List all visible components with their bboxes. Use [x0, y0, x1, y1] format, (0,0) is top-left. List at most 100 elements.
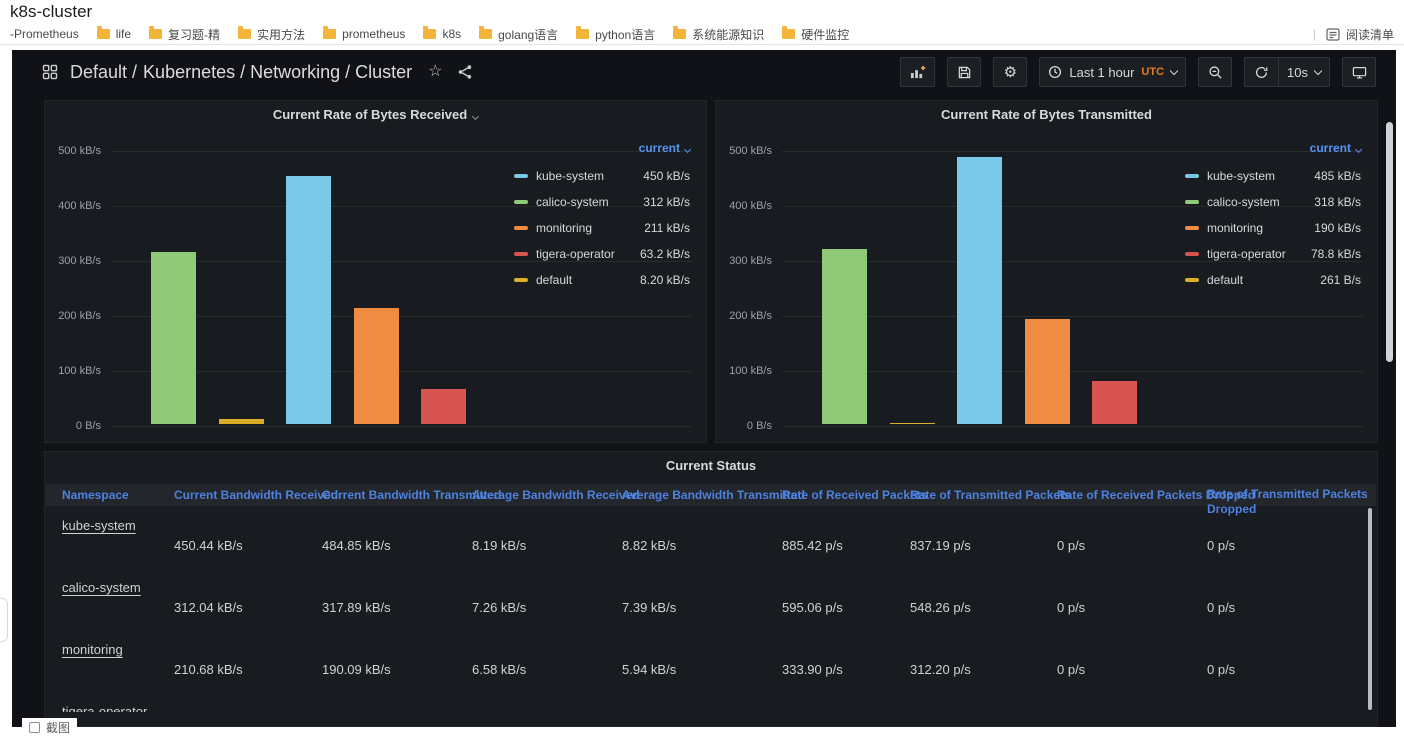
legend-series-name[interactable]: monitoring: [1207, 221, 1263, 235]
tv-mode-button[interactable]: [1342, 57, 1376, 87]
clock-icon: [1048, 65, 1062, 79]
column-header[interactable]: Namespace: [62, 488, 129, 502]
legend-item: default8.20 kB/s: [514, 267, 690, 293]
bar-default: [890, 423, 935, 424]
legend-item: kube-system 485 kB/s: [1185, 163, 1361, 189]
legend-swatch: [1185, 278, 1199, 282]
dashboard-scrollbar[interactable]: [1386, 122, 1393, 362]
table-cell: 885.42 p/s: [782, 538, 843, 553]
share-icon[interactable]: [457, 64, 473, 80]
save-dashboard-button[interactable]: [947, 57, 981, 87]
bookmark-item[interactable]: 复习题-精: [149, 26, 220, 43]
legend-series-name[interactable]: default: [1207, 273, 1243, 287]
panel-title: Current Rate of Bytes Transmitted: [941, 107, 1152, 122]
namespace-link[interactable]: tigera-operator: [62, 704, 147, 712]
bookmark-item[interactable]: python语言: [576, 26, 655, 43]
refresh-interval-label: 10s: [1287, 65, 1308, 80]
legend-series-name[interactable]: kube-system: [1207, 169, 1275, 183]
refresh-button[interactable]: [1244, 57, 1278, 87]
breadcrumb-folder[interactable]: Default /: [70, 62, 137, 83]
legend-sort-header[interactable]: current: [1185, 141, 1361, 155]
panel-title-menu[interactable]: Current Rate of Bytes Received: [45, 107, 706, 122]
table-scrollbar[interactable]: [1368, 508, 1372, 710]
bookmark-item[interactable]: life: [97, 27, 131, 41]
legend-series-value: 190 kB/s: [1314, 221, 1361, 235]
y-axis-tick: 400 kB/s: [716, 199, 772, 213]
legend-sort-header[interactable]: current: [514, 141, 690, 155]
legend-swatch: [1185, 226, 1199, 230]
table-cell: 317.89 kB/s: [322, 600, 391, 615]
bookmark-label: 复习题-精: [168, 26, 220, 43]
y-axis-tick: 300 kB/s: [45, 254, 101, 268]
bookmark-item[interactable]: prometheus: [323, 27, 405, 41]
bookmarks-bottom-divider: [0, 44, 1404, 45]
y-axis-tick: 400 kB/s: [45, 199, 101, 213]
legend-series-name[interactable]: monitoring: [536, 221, 592, 235]
breadcrumb-dashboard-title[interactable]: Kubernetes / Networking / Cluster: [143, 62, 412, 83]
column-header[interactable]: Rate of Received Packets: [782, 488, 927, 502]
legend-series-name[interactable]: tigera-operator: [1207, 247, 1286, 261]
bookmark-item[interactable]: golang语言: [479, 26, 558, 43]
legend-series-name[interactable]: default: [536, 273, 572, 287]
bar-monitoring: [1025, 319, 1070, 424]
chevron-down-icon: [1170, 66, 1178, 74]
bookmark-item[interactable]: 系统能源知识: [673, 26, 764, 43]
bookmark-label: 实用方法: [257, 26, 305, 43]
legend-series-name[interactable]: calico-system: [536, 195, 609, 209]
add-panel-button[interactable]: [900, 57, 935, 87]
reading-list-button[interactable]: 阅读清单: [1326, 26, 1394, 43]
namespace-link[interactable]: kube-system: [62, 518, 136, 533]
dashboards-grid-icon[interactable]: [42, 64, 58, 80]
namespace-link[interactable]: calico-system: [62, 580, 141, 595]
folder-icon: [479, 29, 492, 39]
refresh-group: 10s: [1244, 57, 1330, 87]
legend-series-value: 485 kB/s: [1314, 169, 1361, 183]
table-cell: 484.85 kB/s: [322, 538, 391, 553]
bookmark-item[interactable]: -Prometheus: [10, 27, 79, 41]
namespace-link[interactable]: monitoring: [62, 642, 123, 657]
legend-series-value: 211 kB/s: [644, 221, 690, 235]
legend-swatch: [514, 200, 528, 204]
table-cell: 8.82 kB/s: [622, 538, 676, 553]
bar-kube-system: [957, 157, 1002, 424]
table-cell: 0 p/s: [1057, 662, 1085, 677]
bookmark-label: golang语言: [498, 26, 558, 43]
timezone-label: UTC: [1141, 66, 1164, 78]
refresh-interval-dropdown[interactable]: 10s: [1278, 57, 1330, 87]
column-header[interactable]: Average Bandwidth Received: [472, 488, 640, 502]
legend-series-name[interactable]: tigera-operator: [536, 247, 615, 261]
bookmark-item[interactable]: 实用方法: [238, 26, 305, 43]
folder-icon: [238, 29, 251, 39]
legend-series-name[interactable]: calico-system: [1207, 195, 1280, 209]
save-icon: [957, 65, 972, 80]
bar-calico-system: [151, 252, 196, 424]
star-icon[interactable]: ☆: [428, 64, 442, 80]
monitor-icon: [1352, 65, 1367, 80]
legend-item: tigera-operator78.8 kB/s: [1185, 241, 1361, 267]
refresh-icon: [1254, 65, 1269, 80]
panel-title[interactable]: Current Status: [45, 458, 1377, 473]
column-header[interactable]: Rate of Transmitted Packets: [910, 488, 1071, 502]
y-axis-tick: 300 kB/s: [716, 254, 772, 268]
bar-kube-system: [286, 176, 331, 424]
bookmarks-divider: |: [1313, 27, 1316, 41]
y-gridline: [782, 316, 1363, 317]
column-header[interactable]: Current Bandwidth Received: [174, 488, 338, 502]
table-body: kube-system450.44 kB/s484.85 kB/s8.19 kB…: [46, 510, 1365, 712]
time-range-picker[interactable]: Last 1 hour UTC: [1039, 57, 1186, 87]
y-gridline: [782, 371, 1363, 372]
zoom-out-button[interactable]: [1198, 57, 1232, 87]
bookmark-item[interactable]: 硬件监控: [782, 26, 849, 43]
panel-title: Current Rate of Bytes Received: [273, 107, 467, 122]
table-cell: 837.19 p/s: [910, 538, 971, 553]
bookmark-item[interactable]: k8s: [423, 27, 461, 41]
side-handle[interactable]: [0, 598, 8, 642]
folder-icon: [782, 29, 795, 39]
legend-series-name[interactable]: kube-system: [536, 169, 604, 183]
bar-tigera-operator: [1092, 381, 1137, 424]
panel-title-menu[interactable]: Current Rate of Bytes Transmitted: [716, 107, 1377, 122]
table-cell: 8.19 kB/s: [472, 538, 526, 553]
dashboard-settings-button[interactable]: ⚙: [993, 57, 1027, 87]
column-header[interactable]: Average Bandwidth Transmitted: [622, 488, 805, 502]
y-gridline: [111, 426, 692, 427]
